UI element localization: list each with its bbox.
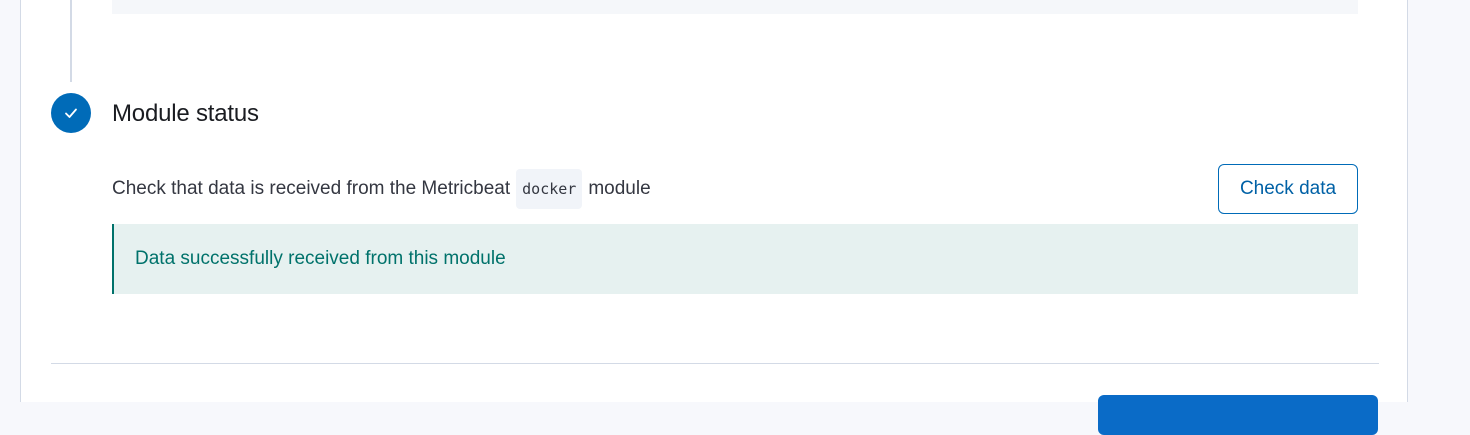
step-description: Check that data is received from the Met… [112, 168, 651, 210]
success-callout: Data successfully received from this mod… [112, 224, 1358, 294]
step-title: Module status [112, 100, 259, 127]
footer-divider [51, 363, 1379, 364]
module-code: docker [516, 169, 583, 209]
step-connector-line [70, 0, 72, 82]
description-suffix: module [588, 178, 651, 199]
step-complete-check-icon [51, 93, 91, 133]
setup-panel: Module status Check that data is receive… [20, 0, 1408, 435]
description-prefix: Check that data is received from the Met… [112, 178, 511, 199]
previous-step-code-block [112, 0, 1358, 14]
check-data-button[interactable]: Check data [1218, 164, 1358, 214]
footer-primary-button[interactable] [1098, 395, 1378, 435]
check-icon [65, 108, 77, 118]
success-callout-text: Data successfully received from this mod… [135, 248, 506, 269]
